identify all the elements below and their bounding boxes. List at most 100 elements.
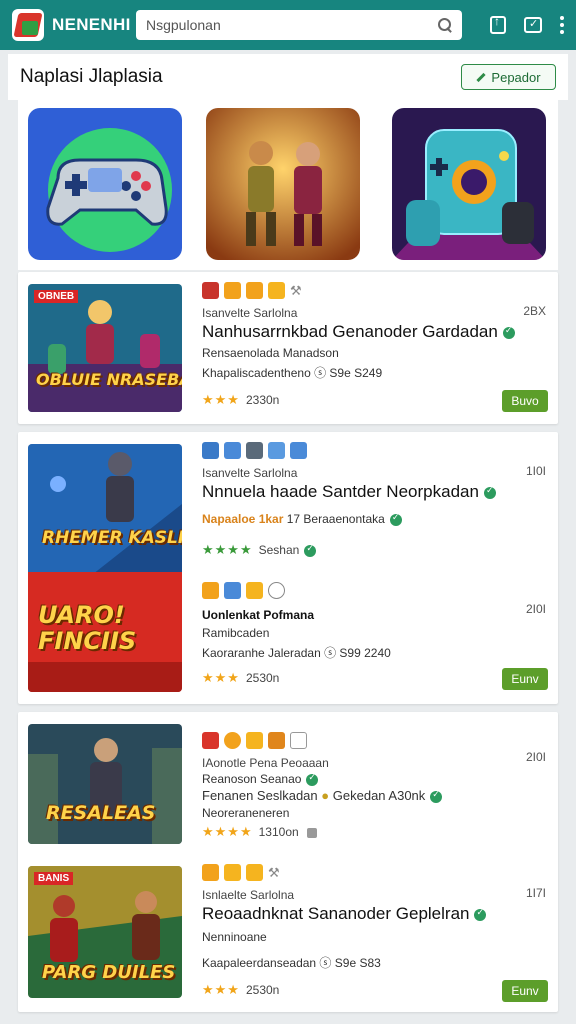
search-icon[interactable] [438, 18, 452, 32]
game-thumbnail[interactable]: RHEMER KASLIEUIS [28, 444, 182, 578]
buy-button[interactable]: Buvo [502, 390, 548, 412]
rating: ★★★ 2530n [202, 982, 279, 998]
game-card-3[interactable]: RESALEAS IAonotle Pena Peoaaan 2I0I Rean… [18, 712, 558, 1012]
game-subtitle: Ramibcaden [202, 626, 270, 640]
thumbnail-title: OBLUIE NRASEBA [36, 370, 182, 389]
rating-stars-icon: ★★★★ [202, 542, 253, 557]
game-details-text: Fenanen Seslkadan [202, 788, 318, 803]
section-title: Naplasi Jlaplasia [20, 66, 163, 87]
game-thumbnail[interactable]: UARO! FINCIIS [28, 572, 182, 692]
game-card-2[interactable]: RHEMER KASLIEUIS Isanvelte Sarlolna 1I0I… [18, 432, 558, 704]
verified-icon [304, 543, 317, 557]
thumbnail-title: RESALEAS [46, 802, 156, 824]
game-details: Kaapaleerdanseadan ⓢ S9e S83 [202, 956, 381, 970]
home-icon [246, 732, 263, 749]
bag-icon [290, 732, 307, 749]
rating-count: 2330n [245, 393, 280, 407]
thumbnail-title: RHEMER KASLIEUIS [42, 528, 182, 548]
category-icons [202, 732, 307, 749]
thumbnail-title: UARO! FINCIIS [38, 601, 137, 656]
game-subtitle: Reanoson Seanao [202, 772, 319, 786]
featured-tile-handheld[interactable] [392, 108, 546, 260]
pencil-icon [476, 72, 487, 82]
rating: ★★★★ Seshan [202, 542, 317, 558]
game-details: Khapaliscadentheno ⓢ S9e S249 [202, 366, 383, 380]
game-subtitle: Nenninoane [202, 930, 267, 944]
box-icon [246, 282, 263, 299]
thumbnail-badge: BANIS [34, 872, 74, 885]
app-brand: NENENHI [52, 15, 131, 34]
badge-check-icon[interactable] [524, 17, 542, 33]
home-icon [246, 864, 263, 881]
game-card-1[interactable]: OBNEB OBLUIE NRASEBA ⚒ Isanvelte Sarloln… [18, 272, 558, 424]
rating-count: 2530n [245, 671, 280, 685]
more-vert-icon[interactable] [560, 16, 564, 34]
game-subtitle: Napaaloe 1kar 17 Beraaenontaka [202, 512, 402, 526]
category-icons: ⚒ [202, 864, 280, 881]
search-input[interactable] [146, 17, 438, 33]
list-item[interactable]: OBNEB OBLUIE NRASEBA ⚒ Isanvelte Sarloln… [18, 278, 558, 418]
home-icon [246, 582, 263, 599]
featured-tile-controller[interactable] [28, 108, 182, 260]
game-details: Fenanen Seslkadan ● Gekedan A30nk [202, 788, 443, 803]
app-logo[interactable] [12, 9, 44, 41]
rating-stars-icon: ★★★ [202, 392, 240, 407]
rating-stars-icon: ★★★★ [202, 824, 253, 839]
category-icon [202, 732, 219, 749]
category-icons [202, 582, 285, 599]
chart-icon [224, 582, 241, 599]
verified-icon [306, 772, 319, 786]
coin-icon: ● [321, 788, 330, 803]
game-thumbnail[interactable]: RESALEAS [28, 724, 182, 844]
item-count: 1I7I [525, 886, 546, 900]
game-title-text: Nanhusarrnkbad Genanoder Gardadan [202, 322, 498, 341]
rating-stars-icon: ★★★ [202, 982, 240, 997]
section-edit-button[interactable]: Pepador [461, 64, 556, 90]
bag-icon [224, 282, 241, 299]
rating-count: 1310on [258, 825, 299, 839]
list-item[interactable]: UARO! FINCIIS Uonlenkat Pofmana 2I0I Ram… [18, 572, 558, 698]
handheld-console-icon [392, 108, 546, 260]
list-item[interactable]: RESALEAS IAonotle Pena Peoaaan 2I0I Rean… [18, 718, 558, 858]
list-item[interactable]: RHEMER KASLIEUIS Isanvelte Sarlolna 1I0I… [18, 438, 558, 578]
verified-icon [502, 325, 515, 339]
tools-icon: ⚒ [290, 282, 302, 298]
game-thumbnail[interactable]: OBNEB OBLUIE NRASEBA [28, 284, 182, 412]
game-title[interactable]: Nanhusarrnkbad Genanoder Gardadan [202, 322, 515, 342]
game-art [28, 444, 182, 578]
category-icons [202, 442, 307, 459]
category-icons: ⚒ [202, 282, 302, 299]
featured-tile-heroes[interactable] [206, 108, 360, 260]
game-details: Kaoraranhe Jaleradan ⓢ S99 2240 [202, 646, 391, 660]
game-thumbnail[interactable]: BANIS PARG DUILES [28, 866, 182, 998]
info-icon [306, 827, 317, 838]
thumbnail-title: PARG DUILES [42, 962, 176, 983]
tools-icon: ⚒ [268, 864, 280, 880]
share-icon[interactable] [490, 14, 506, 34]
game-art-heroes [206, 108, 360, 260]
buy-button[interactable]: Eunv [502, 668, 548, 690]
rating: ★★★ 2530n [202, 670, 279, 686]
search-bar[interactable] [136, 10, 462, 40]
publisher-label: Isanvelte Sarlolna [202, 466, 298, 480]
game-title[interactable]: Nnnuela haade Santder Neorpkadan [202, 482, 496, 502]
game-subtitle-highlight: Napaaloe 1kar [202, 512, 284, 526]
category-icon [202, 282, 219, 299]
gamepad-icon [28, 108, 182, 260]
avatar-icon [224, 732, 241, 749]
rating-count: Seshan [258, 543, 300, 557]
buy-button[interactable]: Eunv [502, 980, 548, 1002]
game-title[interactable]: Reoaadnknat Sananoder Geplelran [202, 904, 487, 924]
list-item[interactable]: BANIS PARG DUILES ⚒ Isnlaelte Sarlolna 1… [18, 860, 558, 1006]
verified-icon [389, 512, 402, 526]
thumbnail-badge: OBNEB [34, 290, 79, 303]
item-count: 1I0I [525, 464, 546, 478]
game-title-text: Nnnuela haade Santder Neorpkadan [202, 482, 479, 501]
box-icon [268, 732, 285, 749]
item-count: 2BX [523, 304, 546, 318]
publisher-label: IAonotle Pena Peoaaan [202, 756, 329, 770]
rating-count: 2530n [245, 983, 280, 997]
featured-row [18, 100, 558, 270]
rating-stars-icon: ★★★ [202, 670, 240, 685]
home-icon [224, 864, 241, 881]
